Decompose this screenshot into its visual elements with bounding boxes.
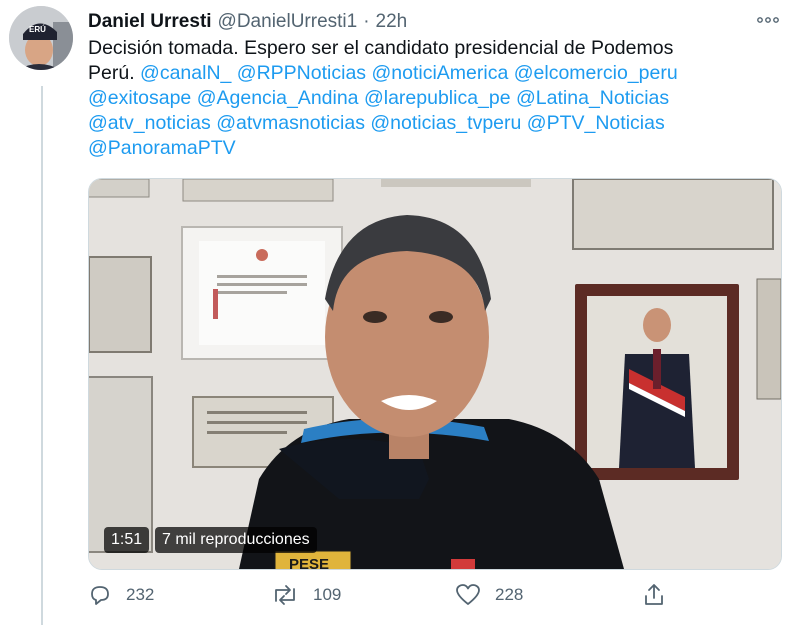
mention-link[interactable]: @canalN_ [140, 62, 231, 84]
retweet-icon [275, 585, 295, 605]
reply-button[interactable]: 232 [88, 580, 154, 610]
mention-link[interactable]: @exitosape [88, 87, 191, 109]
tweet-text-prefix: Perú. [88, 62, 135, 84]
like-button[interactable]: 228 [455, 580, 523, 610]
tweet-time[interactable]: 22h [376, 11, 408, 33]
thread-line [41, 86, 43, 625]
author-name[interactable]: Daniel Urresti [88, 11, 212, 33]
video-views-badge: 7 mil reproducciones [155, 527, 317, 553]
author-handle[interactable]: @DanielUrresti1 [218, 11, 358, 33]
separator-dot: · [363, 11, 370, 32]
mention-link[interactable]: @atv_noticias [88, 112, 211, 134]
mention-link[interactable]: @Agencia_Andina [197, 87, 359, 109]
share-button[interactable] [642, 580, 666, 610]
mention-link[interactable]: @noticias_tvperu [370, 112, 521, 134]
reply-count: 232 [126, 585, 155, 604]
mention-link[interactable]: @elcomercio_peru [514, 62, 678, 84]
tweet-actions: 232 109 228 [88, 580, 688, 610]
mention-link[interactable]: @PTV_Noticias [527, 112, 665, 134]
more-icon[interactable] [752, 6, 784, 34]
video-player[interactable]: PESE [88, 178, 782, 570]
mention-link[interactable]: @Latina_Noticias [516, 87, 669, 109]
mention-link[interactable]: @RPPNoticias [237, 62, 366, 84]
like-count: 228 [495, 585, 524, 604]
tweet-header: Daniel Urresti @DanielUrresti1 · 22h [88, 10, 708, 34]
tweet-text-line1: Decisión tomada. Espero ser el candidato… [88, 37, 674, 59]
reply-icon [91, 586, 109, 605]
mention-link[interactable]: @atvmasnoticias [216, 112, 365, 134]
mention-link[interactable]: @noticiAmerica [371, 62, 508, 84]
mention-link[interactable]: @PanoramaPTV [88, 137, 236, 159]
tweet-text: Decisión tomada. Espero ser el candidato… [88, 36, 760, 161]
retweet-button[interactable]: 109 [271, 580, 341, 610]
avatar-image: ERÚ [9, 6, 73, 70]
svg-text:ERÚ: ERÚ [29, 25, 46, 34]
retweet-count: 109 [313, 585, 342, 604]
like-icon [456, 584, 480, 605]
video-duration-badge: 1:51 [104, 527, 150, 553]
share-icon [645, 584, 663, 605]
shirt-text: PESE [289, 556, 329, 569]
video-frame: PESE [89, 179, 781, 569]
avatar[interactable]: ERÚ [9, 6, 73, 70]
mention-link[interactable]: @larepublica_pe [364, 87, 511, 109]
